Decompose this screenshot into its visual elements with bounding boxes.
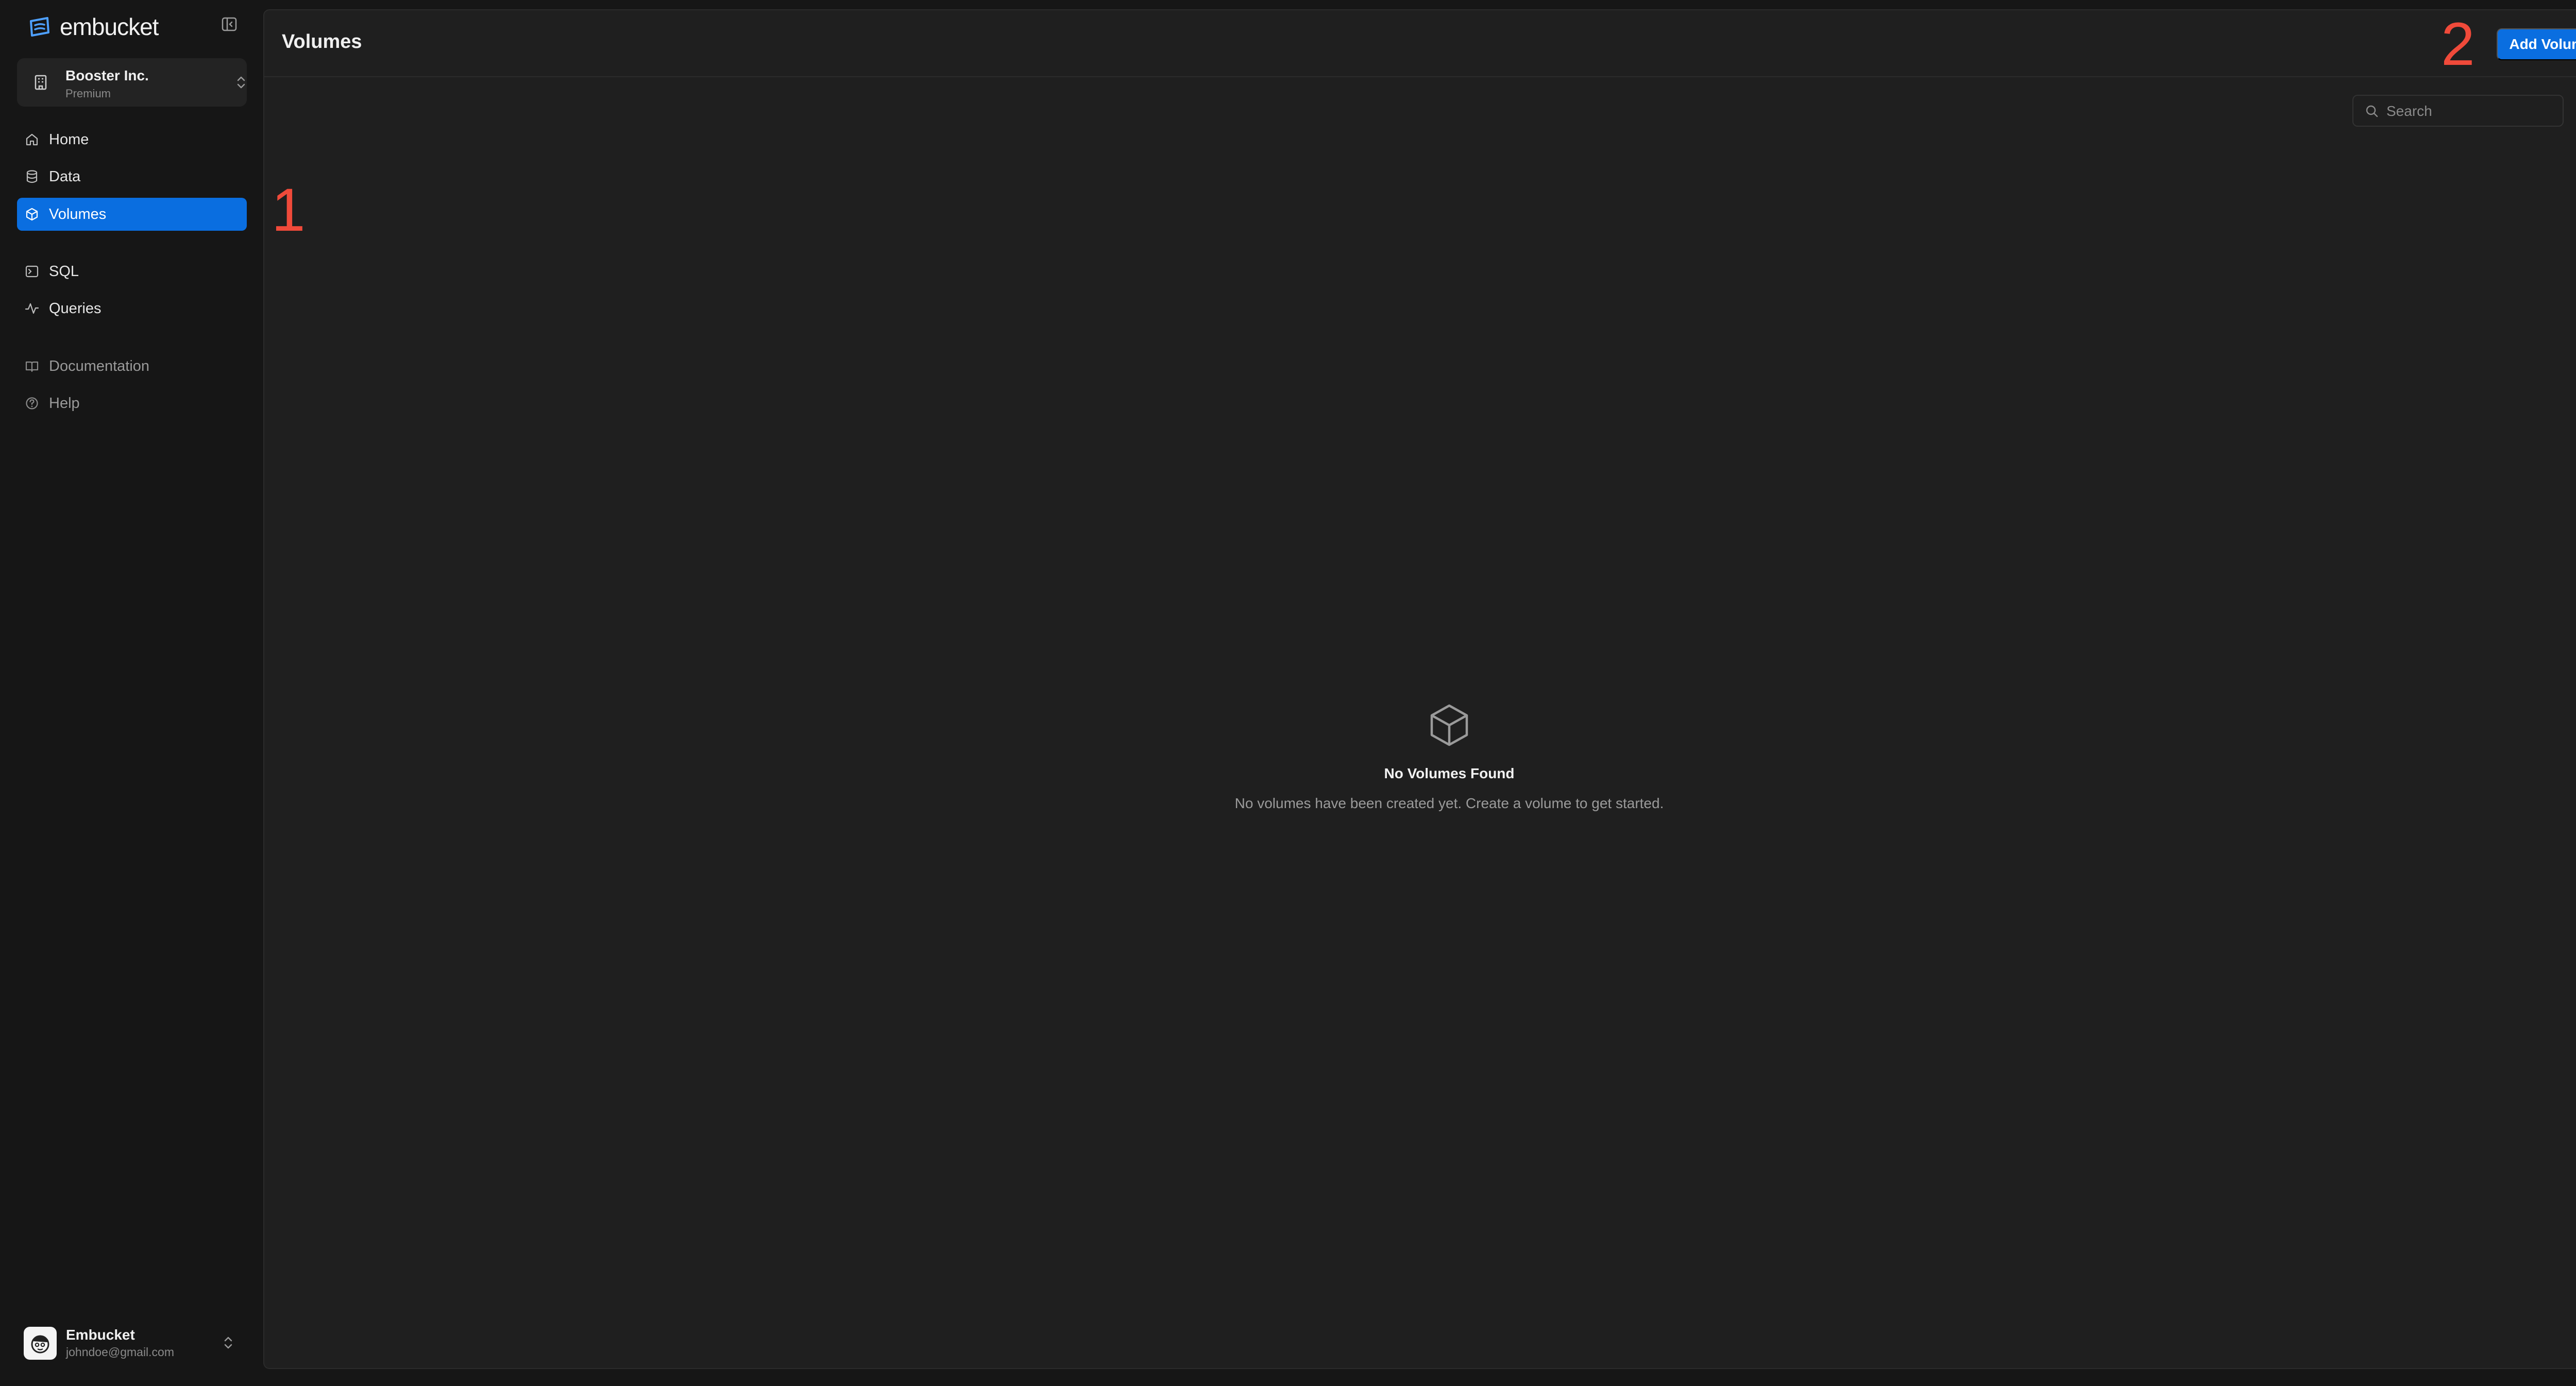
book-icon: [25, 361, 39, 372]
search-input[interactable]: [2386, 101, 2556, 122]
user-menu[interactable]: Embucket johndoe@gmail.com: [24, 1323, 240, 1364]
annotation-marker-1: 1: [272, 176, 306, 244]
activity-icon: [25, 303, 39, 314]
app-name: embucket: [60, 13, 159, 40]
help-circle-icon: [26, 397, 38, 409]
box-icon: [26, 208, 38, 221]
sidebar-item-label: Queries: [49, 300, 101, 317]
sidebar-item-label: Data: [49, 168, 81, 185]
sidebar-item-sql[interactable]: SQL: [17, 255, 247, 288]
annotation-marker-2: 2: [2441, 10, 2475, 78]
sidebar-item-label: Home: [49, 131, 89, 148]
org-plan: Premium: [65, 87, 111, 100]
org-switcher[interactable]: Booster Inc. Premium: [17, 58, 247, 107]
chevrons-up-down-icon: [237, 76, 245, 89]
search-icon: [2366, 105, 2378, 117]
sidebar-item-volumes[interactable]: Volumes: [17, 198, 247, 231]
user-name: Embucket: [66, 1327, 135, 1343]
org-name: Booster Inc.: [65, 67, 149, 83]
chevrons-up-down-icon: [224, 1337, 232, 1349]
user-avatar-icon: [31, 1335, 49, 1354]
database-icon: [26, 170, 38, 183]
sidebar-item-home[interactable]: Home: [17, 123, 247, 156]
sidebar-toggle-icon[interactable]: [221, 15, 238, 33]
sidebar-item-label: Help: [49, 395, 80, 412]
sidebar-item-documentation[interactable]: Documentation: [17, 350, 247, 383]
add-volume-button[interactable]: Add Volume: [2497, 28, 2576, 60]
building-icon: [35, 75, 47, 90]
app-window: embucket Booster Inc. Premium Home Data …: [0, 0, 2576, 1386]
app-logo[interactable]: embucket: [27, 11, 243, 42]
embucket-logo-icon: [30, 17, 49, 37]
empty-state-description: No volumes have been created yet. Create…: [1234, 795, 1664, 811]
sidebar-item-help[interactable]: Help: [17, 387, 247, 420]
empty-state: No Volumes Found No volumes have been cr…: [1192, 700, 1707, 834]
main-panel: Volumes Add Volume No Volumes Found No v…: [263, 9, 2576, 1369]
terminal-icon: [25, 265, 39, 278]
box-icon: [1430, 704, 1468, 746]
page-header: Volumes Add Volume: [264, 10, 2576, 77]
page-title: Volumes: [282, 31, 362, 53]
avatar: [24, 1327, 57, 1360]
sidebar-item-data[interactable]: Data: [17, 160, 247, 193]
home-icon: [26, 133, 38, 146]
sidebar-item-label: SQL: [49, 263, 79, 280]
sidebar-item-label: Volumes: [49, 206, 107, 223]
search-field[interactable]: [2352, 95, 2564, 127]
user-email: johndoe@gmail.com: [66, 1345, 175, 1359]
sidebar-item-label: Documentation: [49, 357, 150, 374]
sidebar-item-queries[interactable]: Queries: [17, 292, 247, 325]
empty-state-title: No Volumes Found: [1384, 765, 1515, 781]
sidebar: embucket Booster Inc. Premium Home Data …: [0, 0, 262, 1386]
